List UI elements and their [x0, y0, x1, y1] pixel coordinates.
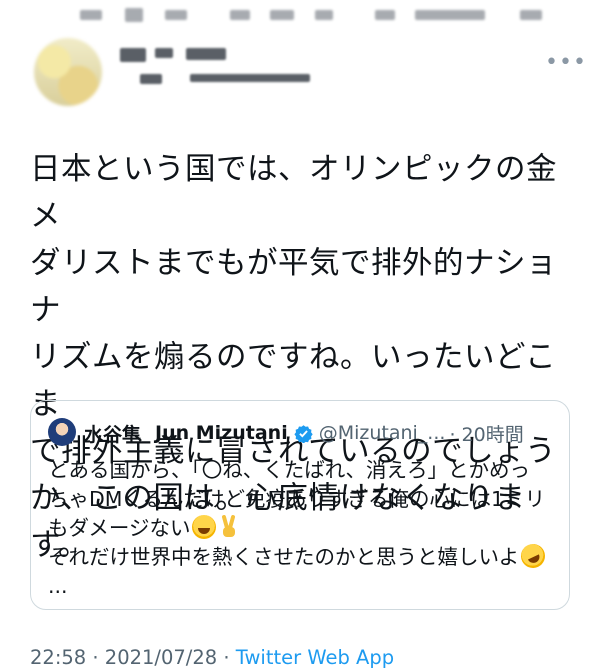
quoted-tweet-header: 水谷隼 Jun Mizutani @Mizutani_... · 20時間: [84, 415, 564, 451]
blurred-header-strip: [80, 4, 550, 28]
peace-emoji-icon: [218, 515, 240, 539]
tweet-source[interactable]: Twitter Web App: [236, 646, 394, 669]
quoted-line-5: ...: [48, 574, 68, 598]
quoted-handle[interactable]: @Mizutani_...: [319, 422, 446, 444]
quoted-line-4: それだけ世界中を熱くさせたのかと思うと嬉しいよ: [48, 545, 520, 569]
quoted-line-2: ちゃDMくるんだけど免疫ありすぎる俺の心には1ミリ: [48, 487, 546, 511]
quoted-line-1: とある国から、「〇ね、くたばれ、消えろ」とかめっ: [48, 458, 530, 482]
quoted-display-name-en[interactable]: Jun Mizutani: [155, 422, 288, 444]
laughing-emoji-icon: [192, 515, 217, 539]
quoted-author-avatar[interactable]: [48, 418, 76, 446]
quoted-tweet-body: とある国から、「〇ね、くたばれ、消えろ」とかめっ ちゃDMくるんだけど免疫ありす…: [48, 456, 558, 601]
rofl-emoji-icon: [517, 540, 550, 572]
quoted-time[interactable]: · 20時間: [449, 420, 523, 447]
verified-badge-icon: [294, 424, 313, 443]
tweet-timestamp[interactable]: 22:58 · 2021/07/28 ·: [30, 646, 236, 669]
quoted-display-name[interactable]: 水谷隼: [84, 420, 141, 447]
quoted-tweet-card[interactable]: 水谷隼 Jun Mizutani @Mizutani_... · 20時間 とあ…: [30, 400, 570, 610]
tweet-meta: 22:58 · 2021/07/28 · Twitter Web App: [30, 646, 394, 669]
author-name-blurred[interactable]: [120, 42, 340, 92]
more-options-icon[interactable]: •••: [545, 52, 587, 74]
quoted-line-3: もダメージない: [48, 516, 191, 540]
author-avatar[interactable]: [34, 38, 102, 106]
